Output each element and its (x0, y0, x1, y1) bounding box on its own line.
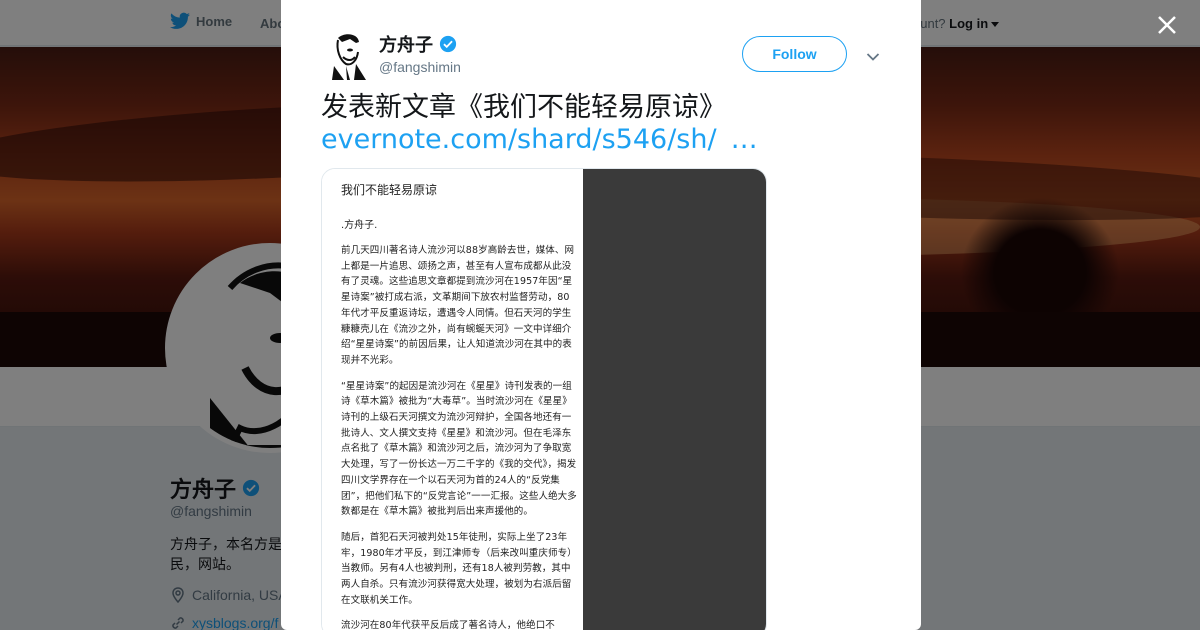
article-paragraph: 随后，首犯石天河被判处15年徒刑，实际上坐了23年牢，1980年才平反，到江津师… (341, 531, 577, 606)
article-author: .方舟子. (341, 220, 378, 231)
close-icon (1158, 16, 1176, 34)
tweet-link-ellipsis: … (730, 124, 758, 155)
article-paragraph: “星星诗案”的起因是流沙河在《星星》诗刊发表的一组诗《草木篇》被批为“大毒草”。… (341, 380, 577, 518)
article-paragraph: 流沙河在80年代获平反后成了著名诗人，他绝口不 (341, 620, 555, 630)
article-screenshot: 我们不能轻易原谅 .方舟子. 前几天四川著名诗人流沙河以88岁高龄去世，媒体、网… (322, 169, 583, 630)
tweet-text: 发表新文章《我们不能轻易原谅》evernote.com/shard/s546/s… (321, 92, 821, 156)
media-dark-panel (583, 169, 766, 630)
tweet-author-name-text: 方舟子 (379, 35, 433, 55)
article-paragraph: 前几天四川著名诗人流沙河以88岁高龄去世，媒体、网上都是一片追思、颂扬之声，甚至… (341, 245, 575, 366)
more-options-button[interactable] (866, 49, 880, 61)
tweet-text-body: 发表新文章《我们不能轻易原谅》 (321, 92, 726, 123)
follow-button[interactable]: Follow (742, 36, 847, 72)
tweet-author-name[interactable]: 方舟子 (379, 31, 457, 57)
tweet-link[interactable]: evernote.com/shard/s546/sh/ (321, 124, 717, 155)
tweet-media-image[interactable]: 我们不能轻易原谅 .方舟子. 前几天四川著名诗人流沙河以88岁高龄去世，媒体、网… (321, 168, 767, 630)
verified-badge-icon (439, 35, 457, 53)
chevron-down-icon (866, 53, 880, 61)
tweet-author-handle[interactable]: @fangshimin (379, 59, 461, 75)
article-title: 我们不能轻易原谅 (341, 183, 438, 197)
tweet-modal: 方舟子 @fangshimin Follow 发表新文章《我们不能轻易原谅》ev… (281, 0, 921, 630)
close-modal-button[interactable] (1152, 10, 1182, 40)
tweet-author-avatar[interactable] (326, 30, 368, 80)
avatar-portrait-icon (326, 30, 368, 80)
